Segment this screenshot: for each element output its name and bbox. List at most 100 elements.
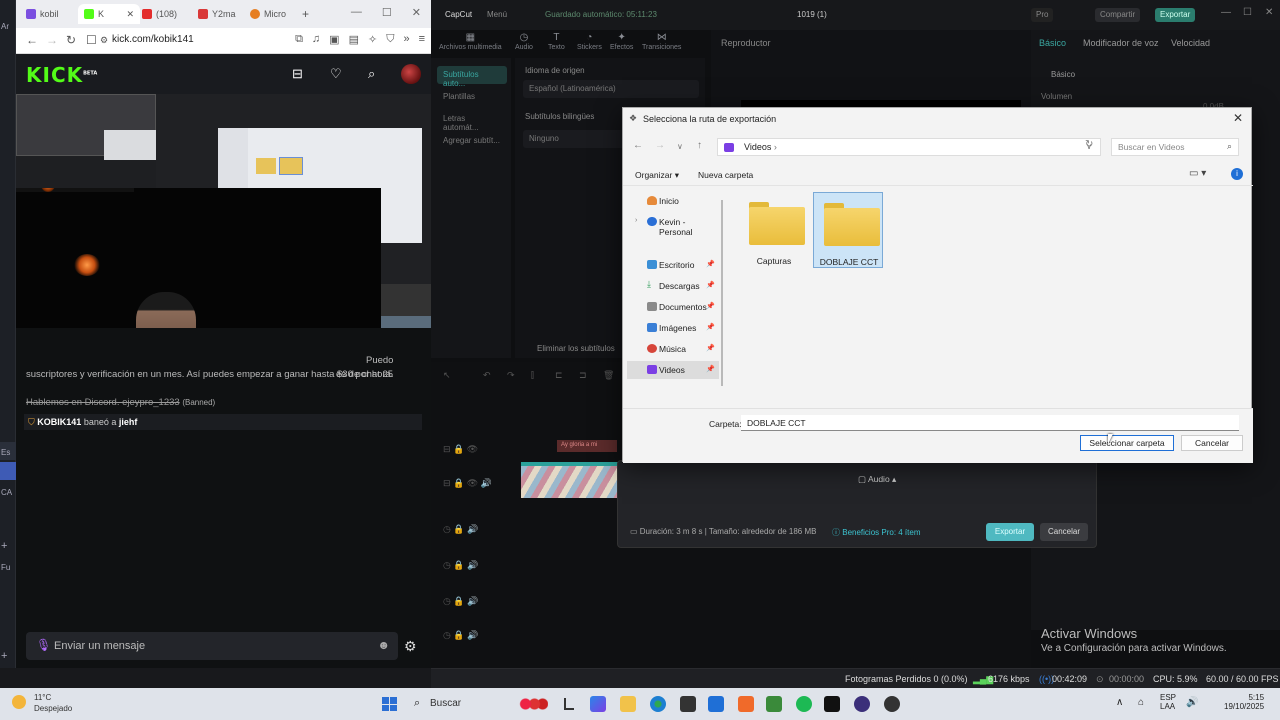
select-tool-icon[interactable]: ↖ [443, 370, 451, 381]
store-icon[interactable] [680, 696, 696, 712]
close-icon[interactable]: ✕ [1233, 111, 1243, 125]
github-desktop-icon[interactable] [884, 696, 900, 712]
split-right-icon[interactable]: ⊐ [579, 370, 587, 381]
export-cancel-button[interactable]: Cancelar [1040, 523, 1088, 541]
extension-music-icon[interactable]: ♫ [312, 33, 320, 46]
reload-icon[interactable]: ↻ [66, 33, 76, 47]
more-extensions-icon[interactable]: » [403, 33, 409, 46]
nav-item-videos[interactable]: Videos 📌 [627, 361, 719, 379]
track-lock-icon[interactable]: ◷ 🔒 🔊 [443, 596, 478, 607]
toolbar-media[interactable]: ▦ Archivos multimedia [439, 32, 502, 51]
menu-icon[interactable]: ≡ [419, 33, 425, 46]
browser-tab-3[interactable]: (108) [136, 4, 192, 24]
brave-icon[interactable] [738, 696, 754, 712]
subtitle-clip[interactable]: Ay gloria a mi [557, 440, 617, 452]
share-button[interactable]: Compartir [1095, 8, 1141, 22]
up-arrow-icon[interactable]: ↑ [697, 140, 702, 151]
capcut-taskbar-icon[interactable] [824, 696, 840, 712]
nav-item-home[interactable]: Inicio [627, 192, 719, 210]
refresh-icon[interactable]: ↻ [1085, 139, 1093, 150]
search-icon[interactable]: ⌕ [368, 66, 375, 82]
close-window-button[interactable]: ✕ [1265, 7, 1273, 18]
undo-icon[interactable]: ↶ [483, 370, 491, 381]
url-field[interactable]: kick.com/kobik141 [112, 34, 194, 45]
export-confirm-button[interactable]: Exportar [986, 523, 1034, 541]
extension-shield-icon[interactable]: ⛉ [386, 33, 394, 46]
back-arrow-icon[interactable]: ← [633, 140, 643, 151]
user-avatar[interactable] [401, 64, 421, 84]
close-window-button[interactable]: ✕ [412, 6, 421, 19]
browser-tab-4[interactable]: Y2ma [192, 4, 246, 24]
organize-button[interactable]: Organizar ▾ [635, 170, 679, 181]
outlook-icon[interactable] [708, 696, 724, 712]
minimize-button[interactable]: — [351, 6, 362, 19]
emote-icon[interactable]: ☻ [377, 638, 390, 652]
spotify-icon[interactable] [796, 696, 812, 712]
bookmark-icon[interactable]: ☐ [86, 33, 97, 47]
widgets-icon[interactable] [518, 696, 548, 712]
nav-item-onedrive[interactable]: › Kevin - Personal [627, 213, 719, 237]
track-lock-icon[interactable]: ◷ 🔒 🔊 [443, 524, 478, 535]
maximize-button[interactable]: ☐ [382, 6, 392, 19]
task-view-icon[interactable] [560, 696, 576, 712]
track-lock-icon[interactable]: ⊟ 🔒 👁 🔊 [443, 478, 492, 489]
toolbar-audio[interactable]: ◷ Audio [515, 32, 533, 51]
nav-item-downloads[interactable]: ⤓ Descargas 📌 [627, 277, 719, 295]
menu-button[interactable]: Menú [487, 10, 507, 19]
browser-tab-1[interactable]: kobil [20, 4, 76, 24]
nav-item-documents[interactable]: Documentos 📌 [627, 298, 719, 316]
extension-wallet-icon[interactable]: ▤ [349, 33, 359, 46]
minecraft-icon[interactable] [766, 696, 782, 712]
help-icon[interactable]: i [1231, 168, 1243, 180]
wifi-icon[interactable]: ⌂ [1138, 697, 1144, 708]
tab-voice-changer[interactable]: Modificador de voz [1083, 38, 1159, 48]
new-folder-button[interactable]: Nueva carpeta [698, 170, 753, 180]
browser-tab-active[interactable]: K ✕ [78, 4, 140, 24]
nav-item-pictures[interactable]: Imágenes 📌 [627, 319, 719, 337]
new-tab-button[interactable]: + [296, 4, 309, 24]
back-arrow-icon[interactable]: ← [26, 33, 38, 47]
track-lock-icon[interactable]: ⊟ 🔒 👁 [443, 444, 478, 455]
nav-item-music[interactable]: Música 📌 [627, 340, 719, 358]
edge-icon[interactable] [650, 696, 666, 712]
nav-item-desktop[interactable]: Escritorio 📌 [627, 256, 719, 274]
tray-overflow-chevron-icon[interactable]: ∧ [1116, 697, 1123, 708]
language-indicator[interactable]: ESP LAA [1160, 693, 1176, 711]
pro-button[interactable]: Pro [1031, 8, 1054, 22]
kick-logo[interactable]: KICKBETA [26, 63, 97, 87]
folder-item-selected[interactable]: DOBLAJE CCT [813, 192, 883, 268]
audio-toggle[interactable]: ▢ Audio ▴ [858, 474, 896, 485]
copilot-icon[interactable] [590, 696, 606, 712]
site-info-icon[interactable]: ⚙ [100, 35, 108, 46]
chat-settings-gear-icon[interactable]: ⚙ [404, 638, 417, 655]
browse-icon[interactable]: ⊟ [292, 66, 303, 82]
delete-icon[interactable]: 🗑 [603, 370, 614, 381]
toolbar-effects[interactable]: ✦ Efectos [610, 32, 633, 51]
toolbar-stickers[interactable]: ◔ Stickers [577, 32, 602, 51]
expand-chevron-icon[interactable]: › [635, 217, 637, 224]
maximize-button[interactable]: ☐ [1243, 7, 1252, 18]
sidebar-icon[interactable]: ▣ [329, 33, 339, 46]
templates-item[interactable]: Plantillas [437, 88, 507, 106]
pro-benefits-link[interactable]: ⓘ Beneficios Pro: 4 ítem [832, 527, 921, 538]
view-options-icon[interactable]: ▭ ▾ [1189, 168, 1206, 179]
source-language-select[interactable]: Español (Latinoamérica) [523, 80, 699, 98]
start-button-icon[interactable] [382, 697, 397, 711]
select-folder-button[interactable]: Seleccionar carpeta [1080, 435, 1174, 451]
redo-icon[interactable]: ↷ [507, 370, 515, 381]
toolbar-text[interactable]: T Texto [548, 32, 565, 51]
folder-name-field[interactable]: DOBLAJE CCT [741, 415, 1239, 431]
obs-icon[interactable] [854, 696, 870, 712]
auto-subtitles-item[interactable]: Subtítulos auto... [437, 66, 507, 88]
video-clip[interactable] [521, 462, 621, 498]
chat-input[interactable]: 🎙 Enviar un mensaje ☻ [26, 632, 398, 660]
export-button[interactable]: Exportar [1155, 8, 1196, 22]
microphone-icon[interactable]: 🎙 [36, 638, 51, 652]
minimize-button[interactable]: — [1221, 7, 1231, 18]
forward-arrow-icon[interactable]: → [46, 33, 58, 47]
remove-subtitles-checkbox[interactable]: Eliminar los subtítulos [537, 344, 615, 353]
track-lock-icon[interactable]: ◷ 🔒 🔊 [443, 560, 478, 571]
recent-locations-icon[interactable]: ∨ [677, 142, 683, 151]
folder-item[interactable]: Capturas [739, 192, 809, 268]
sliver-button-1[interactable] [0, 462, 16, 480]
